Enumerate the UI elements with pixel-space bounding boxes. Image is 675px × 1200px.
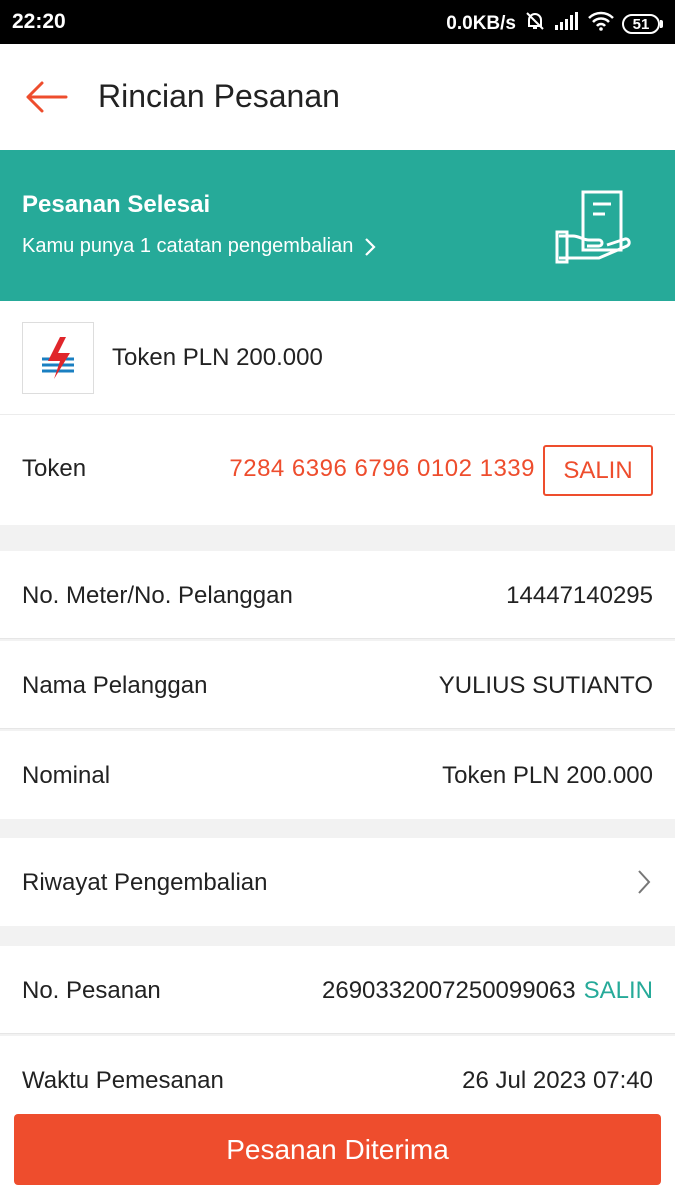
- token-label: Token: [22, 455, 87, 482]
- detail-value: 14447140295: [506, 582, 653, 609]
- token-row: Token 7284 6396 6796 0102 1339 SALIN: [0, 415, 675, 525]
- mute-bell-icon: [524, 10, 546, 38]
- detail-value: Token PLN 200.000: [442, 762, 653, 789]
- battery-icon: 51: [622, 14, 663, 34]
- bottom-action-bar: Pesanan Diterima: [0, 1100, 675, 1200]
- order-received-button[interactable]: Pesanan Diterima: [14, 1114, 661, 1185]
- order-time-value: 26 Jul 2023 07:40: [462, 1067, 653, 1094]
- wifi-icon: [588, 11, 614, 37]
- order-status-banner[interactable]: Pesanan Selesai Kamu punya 1 catatan pen…: [0, 150, 675, 301]
- customer-name-row: Nama Pelanggan YULIUS SUTIANTO: [0, 641, 675, 729]
- detail-label: Nominal: [22, 762, 111, 789]
- arrow-left-icon: [26, 81, 68, 113]
- app-bar: Rincian Pesanan: [0, 44, 675, 150]
- back-button[interactable]: [18, 74, 74, 120]
- network-speed: 0.0KB/s: [446, 13, 516, 34]
- refund-history-label: Riwayat Pengembalian: [22, 869, 268, 896]
- detail-label: No. Meter/No. Pelanggan: [22, 582, 293, 609]
- status-bar: 22:20 0.0KB/s 51: [0, 0, 675, 44]
- copy-order-number-button[interactable]: SALIN: [584, 977, 653, 1005]
- chevron-right-icon: [365, 237, 376, 256]
- product-card: Token PLN 200.000: [0, 301, 675, 415]
- signal-icon: [554, 11, 580, 37]
- detail-value: YULIUS SUTIANTO: [438, 672, 653, 699]
- chevron-right-icon: [638, 870, 651, 894]
- page-title: Rincian Pesanan: [98, 78, 340, 114]
- battery-level: 51: [622, 14, 660, 34]
- banner-subtitle-link[interactable]: Kamu punya 1 catatan pengembalian: [22, 235, 377, 258]
- order-number-value: 2690332007250099063: [322, 977, 576, 1004]
- nominal-row: Nominal Token PLN 200.000: [0, 731, 675, 819]
- token-value: 7284 6396 6796 0102 1339: [229, 455, 535, 482]
- order-number-row: No. Pesanan 2690332007250099063 SALIN: [0, 946, 675, 1034]
- meter-number-row: No. Meter/No. Pelanggan 14447140295: [0, 551, 675, 639]
- order-time-label: Waktu Pemesanan: [22, 1067, 224, 1094]
- status-time: 22:20: [12, 10, 66, 33]
- refund-history-row[interactable]: Riwayat Pengembalian: [0, 838, 675, 926]
- banner-title: Pesanan Selesai: [22, 191, 211, 218]
- status-icons: 0.0KB/s 51: [446, 10, 663, 38]
- order-number-group: 2690332007250099063 SALIN: [322, 977, 653, 1005]
- pln-logo: [22, 322, 94, 394]
- order-number-label: No. Pesanan: [22, 977, 161, 1004]
- detail-label: Nama Pelanggan: [22, 672, 208, 699]
- product-name: Token PLN 200.000: [112, 344, 323, 371]
- banner-subtitle: Kamu punya 1 catatan pengembalian: [22, 235, 354, 257]
- receipt-hand-icon: [555, 190, 631, 264]
- copy-token-button[interactable]: SALIN: [543, 445, 653, 496]
